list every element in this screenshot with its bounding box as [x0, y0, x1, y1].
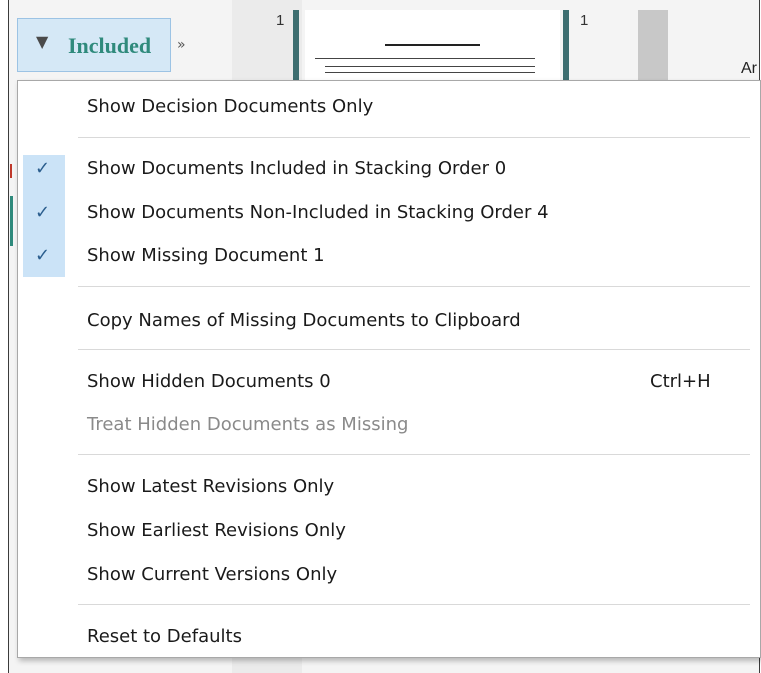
menu-item-label: Show Missing Document 1 — [87, 245, 325, 266]
checkmark-icon: ✓ — [35, 202, 51, 223]
menu-item-show-hidden[interactable]: Show Hidden Documents 0 Ctrl+H — [18, 364, 760, 400]
menu-item-treat-hidden-as-missing: Treat Hidden Documents as Missing — [18, 407, 760, 443]
menu-item-label: Show Documents Non-Included in Stacking … — [87, 202, 549, 223]
status-mark — [10, 164, 12, 178]
menu-item-latest-revisions[interactable]: Show Latest Revisions Only — [18, 469, 760, 505]
filter-button-label: Included — [68, 33, 152, 58]
menu-item-label: Show Hidden Documents 0 — [87, 371, 331, 392]
column-count: 1 — [276, 12, 285, 29]
menu-item-copy-missing-names[interactable]: Copy Names of Missing Documents to Clipb… — [18, 303, 760, 339]
checkmark-icon: ✓ — [35, 158, 51, 179]
menu-item-show-non-included[interactable]: ✓ Show Documents Non-Included in Stackin… — [18, 195, 760, 231]
checkmark-icon: ✓ — [35, 245, 51, 266]
menu-item-label: Reset to Defaults — [87, 626, 242, 647]
menu-item-current-versions[interactable]: Show Current Versions Only — [18, 557, 760, 593]
included-filter-button[interactable]: ▼ Included — [17, 18, 171, 72]
menu-separator — [78, 286, 750, 287]
status-mark — [10, 196, 13, 246]
menu-item-label: Copy Names of Missing Documents to Clipb… — [87, 310, 521, 331]
menu-item-reset-defaults[interactable]: Reset to Defaults — [18, 619, 760, 655]
menu-separator — [78, 454, 750, 455]
grey-column — [638, 10, 668, 80]
menu-item-label: Show Current Versions Only — [87, 564, 338, 585]
menu-item-show-decision-documents-only[interactable]: Show Decision Documents Only — [18, 89, 760, 125]
menu-item-show-included[interactable]: ✓ Show Documents Included in Stacking Or… — [18, 151, 760, 187]
edge-text: Ar — [741, 60, 757, 77]
menu-item-label: Show Earliest Revisions Only — [87, 520, 346, 541]
menu-item-earliest-revisions[interactable]: Show Earliest Revisions Only — [18, 513, 760, 549]
column-count: 1 — [580, 12, 589, 29]
document-toolbar: ▼ Included » 1 1 Ar — [0, 0, 761, 673]
menu-item-label: Show Documents Included in Stacking Orde… — [87, 158, 507, 179]
shortcut-label: Ctrl+H — [650, 371, 711, 392]
menu-separator — [78, 137, 750, 138]
menu-separator — [78, 604, 750, 605]
menu-item-label: Show Latest Revisions Only — [87, 476, 335, 497]
menu-item-label: Treat Hidden Documents as Missing — [87, 414, 409, 435]
filter-context-menu: Show Decision Documents Only ✓ Show Docu… — [17, 80, 761, 658]
filter-icon: ▼ — [36, 32, 49, 51]
menu-item-label: Show Decision Documents Only — [87, 96, 374, 117]
column-marker — [563, 10, 569, 80]
menu-separator — [78, 349, 750, 350]
column-marker — [293, 10, 299, 80]
more-chevron-icon[interactable]: » — [177, 37, 186, 53]
document-thumbnail[interactable] — [305, 10, 560, 80]
menu-item-show-missing[interactable]: ✓ Show Missing Document 1 — [18, 238, 760, 274]
